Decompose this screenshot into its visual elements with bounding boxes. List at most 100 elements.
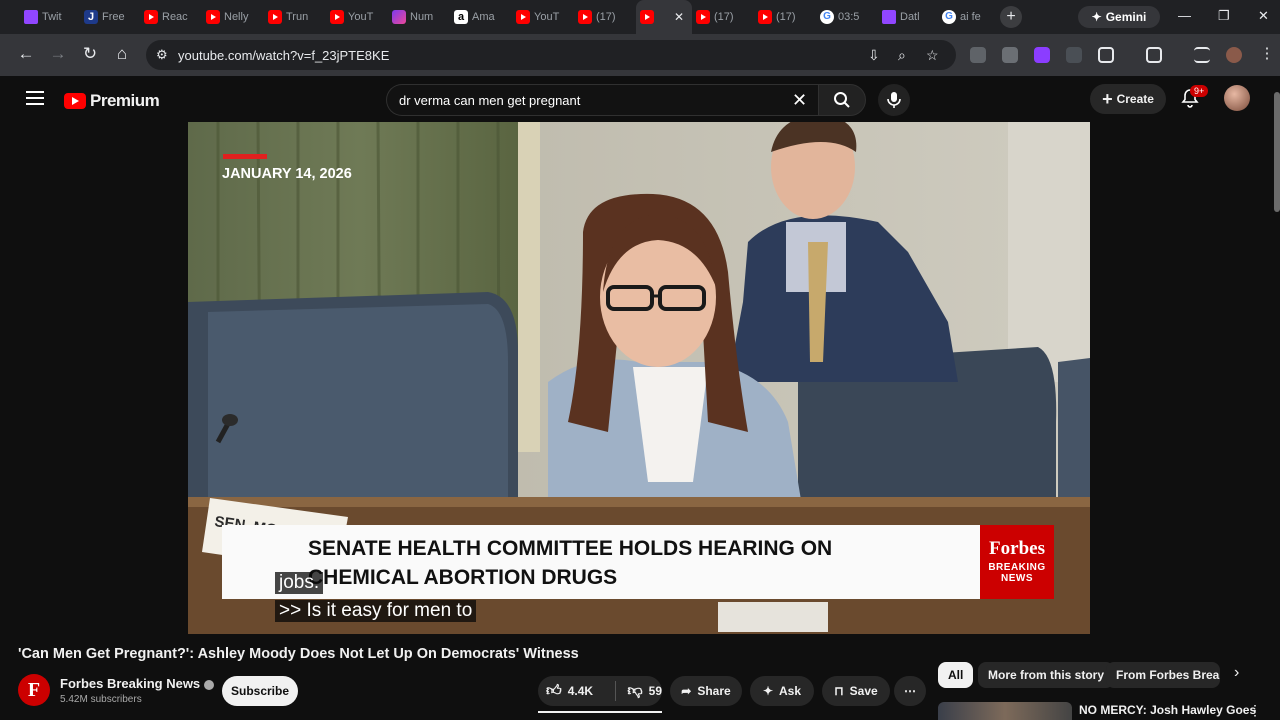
video-player[interactable]: SEN. MOO JANUARY 14, 2026 SENATE HEALTH … bbox=[188, 122, 1090, 634]
browser-tab-active[interactable]: ✕ bbox=[636, 0, 692, 34]
forbes-logo: Forbes BREAKING NEWS bbox=[980, 525, 1054, 599]
gemini-button[interactable]: ✦ Gemini bbox=[1078, 6, 1160, 28]
browser-tab[interactable]: Nelly bbox=[202, 0, 264, 34]
install-app-icon[interactable]: ⇩ bbox=[868, 47, 880, 64]
twitch-icon bbox=[882, 10, 896, 24]
channel-name[interactable]: Forbes Breaking News bbox=[60, 676, 215, 691]
url-text: youtube.com/watch?v=f_23jPTE8KE bbox=[178, 47, 390, 63]
like-button[interactable]: 👍︎ 4.4K bbox=[546, 682, 603, 700]
subscriber-count: 5.42M subscribers bbox=[60, 694, 142, 705]
tab-label: Num bbox=[410, 11, 434, 23]
search-icon bbox=[834, 92, 850, 108]
tab-label: 03:5 bbox=[838, 11, 860, 23]
chip-all[interactable]: All bbox=[938, 662, 974, 688]
shield-icon[interactable] bbox=[1066, 47, 1082, 63]
twitch-icon bbox=[24, 10, 38, 24]
chip-more-from-story[interactable]: More from this story bbox=[978, 662, 1115, 688]
search-input[interactable]: dr verma can men get pregnant bbox=[386, 84, 818, 116]
restore-icon[interactable]: ❐ bbox=[1218, 8, 1230, 24]
save-label: Save bbox=[849, 684, 878, 698]
new-tab-button[interactable]: + bbox=[1000, 6, 1022, 28]
youtube-premium-logo[interactable]: Premium bbox=[64, 91, 160, 111]
zoom-icon[interactable]: ⌕ bbox=[898, 47, 906, 64]
tab-label: Ama bbox=[472, 11, 495, 23]
date-accent-bar bbox=[223, 154, 267, 159]
extensions-puzzle-icon[interactable] bbox=[1098, 47, 1114, 63]
tab-label: Twit bbox=[42, 11, 62, 23]
hamburger-menu-icon[interactable] bbox=[26, 91, 44, 105]
chevron-right-icon[interactable]: › bbox=[1234, 664, 1239, 682]
back-icon[interactable]: ← bbox=[15, 44, 37, 64]
google-icon: G bbox=[942, 10, 956, 24]
tab-label: (17) bbox=[776, 11, 796, 23]
save-button[interactable]: ⊓ Save bbox=[822, 676, 890, 706]
extension-icon[interactable] bbox=[1002, 47, 1018, 63]
browser-tab[interactable]: Twit bbox=[20, 0, 80, 34]
numerade-icon bbox=[392, 10, 406, 24]
youtube-icon bbox=[758, 10, 772, 24]
like-ratio-bar bbox=[538, 711, 662, 713]
browser-tab[interactable]: Trun bbox=[264, 0, 326, 34]
browser-tab[interactable]: J Free bbox=[80, 0, 140, 34]
close-tab-icon[interactable]: ✕ bbox=[674, 10, 684, 24]
browser-tab[interactable]: YouT bbox=[326, 0, 388, 34]
thumbs-down-icon: 👎︎ bbox=[627, 682, 643, 699]
chip-from-forbes[interactable]: From Forbes Breakin bbox=[1106, 662, 1220, 688]
microphone-icon bbox=[887, 92, 901, 108]
bookmark-star-icon[interactable]: ☆ bbox=[926, 47, 939, 64]
profile-avatar-icon[interactable] bbox=[1226, 47, 1242, 63]
more-horizontal-icon: ⋯ bbox=[904, 684, 916, 698]
reading-list-icon[interactable] bbox=[1194, 47, 1210, 63]
extension-icon[interactable] bbox=[1034, 47, 1050, 63]
close-window-icon[interactable]: ✕ bbox=[1258, 8, 1269, 24]
avatar[interactable] bbox=[1224, 85, 1250, 111]
caption-line: jobs. bbox=[275, 572, 324, 594]
ask-button[interactable]: ✦ Ask bbox=[750, 676, 814, 706]
dislike-button[interactable]: 👎︎ 59 bbox=[627, 682, 662, 700]
logo-text: Premium bbox=[90, 91, 160, 110]
like-count: 4.4K bbox=[567, 684, 594, 698]
page-scrollbar[interactable] bbox=[1274, 92, 1280, 212]
browser-tab[interactable]: Num bbox=[388, 0, 450, 34]
forward-icon[interactable]: → bbox=[47, 44, 69, 64]
browser-tab[interactable]: (17) bbox=[692, 0, 754, 34]
browser-tab[interactable]: YouT bbox=[512, 0, 574, 34]
browser-tab[interactable]: (17) bbox=[574, 0, 636, 34]
search-button[interactable] bbox=[818, 84, 866, 116]
channel-avatar[interactable]: F bbox=[18, 674, 50, 706]
tab-label: Free bbox=[102, 11, 125, 23]
voice-search-button[interactable] bbox=[878, 84, 910, 116]
browser-tab[interactable]: G 03:5 bbox=[816, 0, 878, 34]
extension-icon[interactable] bbox=[970, 47, 986, 63]
create-button[interactable]: + Create bbox=[1090, 84, 1166, 114]
minimize-icon[interactable]: — bbox=[1178, 8, 1191, 23]
google-icon: G bbox=[820, 10, 834, 24]
home-icon[interactable]: ⌂ bbox=[111, 44, 133, 64]
youtube-icon bbox=[640, 10, 654, 24]
address-bar[interactable]: ⚙ youtube.com/watch?v=f_23jPTE8KE ⇩ ⌕ ☆ bbox=[146, 40, 956, 70]
browser-tab[interactable]: a Ama bbox=[450, 0, 512, 34]
reload-icon[interactable]: ↻ bbox=[79, 44, 101, 64]
tab-label: ai fe bbox=[960, 11, 981, 23]
more-menu-icon[interactable]: ⋮ bbox=[1256, 44, 1278, 62]
youtube-header: Premium dr verma can men get pregnant ✕ … bbox=[0, 76, 1280, 122]
tab-label: Datl bbox=[900, 11, 920, 23]
browser-tab[interactable]: Gai fe bbox=[938, 0, 994, 34]
tab-label: Trun bbox=[286, 11, 309, 23]
more-vertical-icon[interactable]: ⋮ bbox=[1248, 702, 1262, 719]
browser-tab[interactable]: (17) bbox=[754, 0, 816, 34]
subscribe-button[interactable]: Subscribe bbox=[222, 676, 298, 706]
recommendation-thumbnail[interactable] bbox=[938, 702, 1072, 720]
share-button[interactable]: ➦ Share bbox=[670, 676, 742, 706]
clear-search-icon[interactable]: ✕ bbox=[792, 90, 807, 111]
recommendation-title[interactable]: NO MERCY: Josh Hawley Goes bbox=[1079, 703, 1256, 717]
more-actions-button[interactable]: ⋯ bbox=[894, 676, 926, 706]
site-info-icon[interactable]: ⚙ bbox=[156, 47, 168, 63]
lower-third-banner: SENATE HEALTH COMMITTEE HOLDS HEARING ON… bbox=[222, 525, 980, 599]
side-panel-icon[interactable] bbox=[1146, 47, 1162, 63]
browser-tab[interactable]: Datl bbox=[878, 0, 938, 34]
youtube-icon bbox=[578, 10, 592, 24]
browser-tab[interactable]: Reac bbox=[140, 0, 202, 34]
tab-label: YouT bbox=[534, 11, 560, 23]
verified-check-icon bbox=[204, 679, 215, 690]
